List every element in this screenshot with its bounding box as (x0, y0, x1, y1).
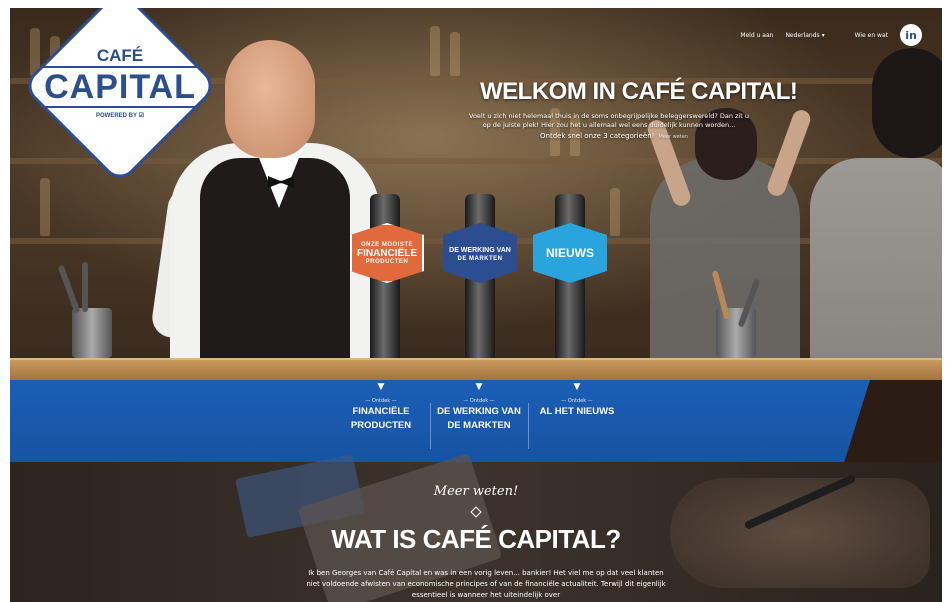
category-divider (430, 403, 431, 449)
logo-powered-by: POWERED BY ☑ (96, 112, 144, 119)
category-ontdek: — Ontdek — (365, 398, 397, 404)
nav-login-link[interactable]: Meld u aan (740, 32, 773, 39)
tap-badge-nieuws[interactable]: NIEUWS (533, 223, 607, 283)
tap-badge-financiele-producten[interactable]: ONZE MOOISTE FINANCIËLE PRODUCTEN (350, 223, 424, 283)
tap-badge-small: DE MARKTEN (457, 255, 503, 262)
bartender-head (225, 40, 315, 158)
utensil (82, 262, 88, 312)
logo-capital-text: CAPITAL (42, 65, 198, 108)
about-title: WAT IS CAFÉ CAPITAL? (331, 524, 621, 554)
nav-about-link[interactable]: Wie en wat (855, 32, 888, 39)
down-arrow-icon: ▼ (377, 382, 385, 392)
hero-cta-text: Ontdek snel onze 3 categorieën! (540, 132, 655, 140)
bottle (430, 26, 440, 76)
page: ONZE MOOISTE FINANCIËLE PRODUCTEN DE WER… (10, 8, 942, 602)
linkedin-icon[interactable]: in (900, 24, 922, 46)
category-al-het-nieuws[interactable]: ▼ — Ontdek — AL HET NIEUWS (532, 382, 622, 418)
logo-cafe-text: CAFÉ (96, 45, 144, 65)
utensil-holder (716, 308, 756, 358)
category-werking-markten[interactable]: ▼ — Ontdek — DE WERKING VAN DE MARKTEN (434, 382, 524, 432)
tap-badge-label: DE WERKING VAN (449, 246, 511, 254)
down-arrow-icon: ▼ (475, 382, 483, 392)
bottle (610, 188, 620, 236)
language-select[interactable]: Nederlands ▾ (785, 32, 824, 39)
category-financiele-producten[interactable]: ▼ — Ontdek — FINANCIËLE PRODUCTEN (336, 382, 426, 432)
tap-badge-label: FINANCIËLE (357, 247, 417, 259)
hero-cta: Ontdek snel onze 3 categorieën! Meer wete… (540, 132, 688, 140)
bar-shelf (10, 158, 942, 164)
customer-head (872, 48, 942, 158)
bar-counter (10, 358, 942, 380)
category-ontdek: — Ontdek — (561, 398, 593, 404)
category-label: DE MARKTEN (447, 420, 511, 431)
top-navigation: Meld u aan Nederlands ▾ Wie en wat in (740, 24, 922, 46)
category-divider (528, 403, 529, 449)
about-text: Ik ben Georges van Café Capital en was i… (306, 569, 666, 599)
bottle (40, 178, 50, 236)
utensil (57, 264, 81, 314)
about-subtitle: Meer weten! (433, 484, 519, 499)
more-info-link[interactable]: Meer weten (658, 134, 687, 140)
tap-badge-small: PRODUCTEN (365, 258, 409, 265)
customer-man (810, 158, 942, 368)
category-ontdek: — Ontdek — (463, 398, 495, 404)
category-label: DE WERKING VAN (437, 406, 521, 417)
cafe-capital-logo[interactable]: CAFÉ CAPITAL POWERED BY ☑ (40, 22, 200, 142)
hero-title: WELKOM IN CAFÉ CAPITAL! (480, 78, 798, 105)
hero-intro-text: Voelt u zich niet helemaal thuis in de s… (469, 112, 749, 129)
tap-badge-label: NIEUWS (546, 245, 594, 260)
category-label: FINANCIËLE (352, 406, 410, 417)
tap-badge-werking-markten[interactable]: DE WERKING VAN DE MARKTEN (443, 223, 517, 283)
down-arrow-icon: ▼ (573, 382, 581, 392)
utensil-holder (72, 308, 112, 358)
category-label: AL HET NIEUWS (539, 406, 615, 417)
bottle (450, 32, 460, 76)
category-label: PRODUCTEN (350, 420, 412, 431)
